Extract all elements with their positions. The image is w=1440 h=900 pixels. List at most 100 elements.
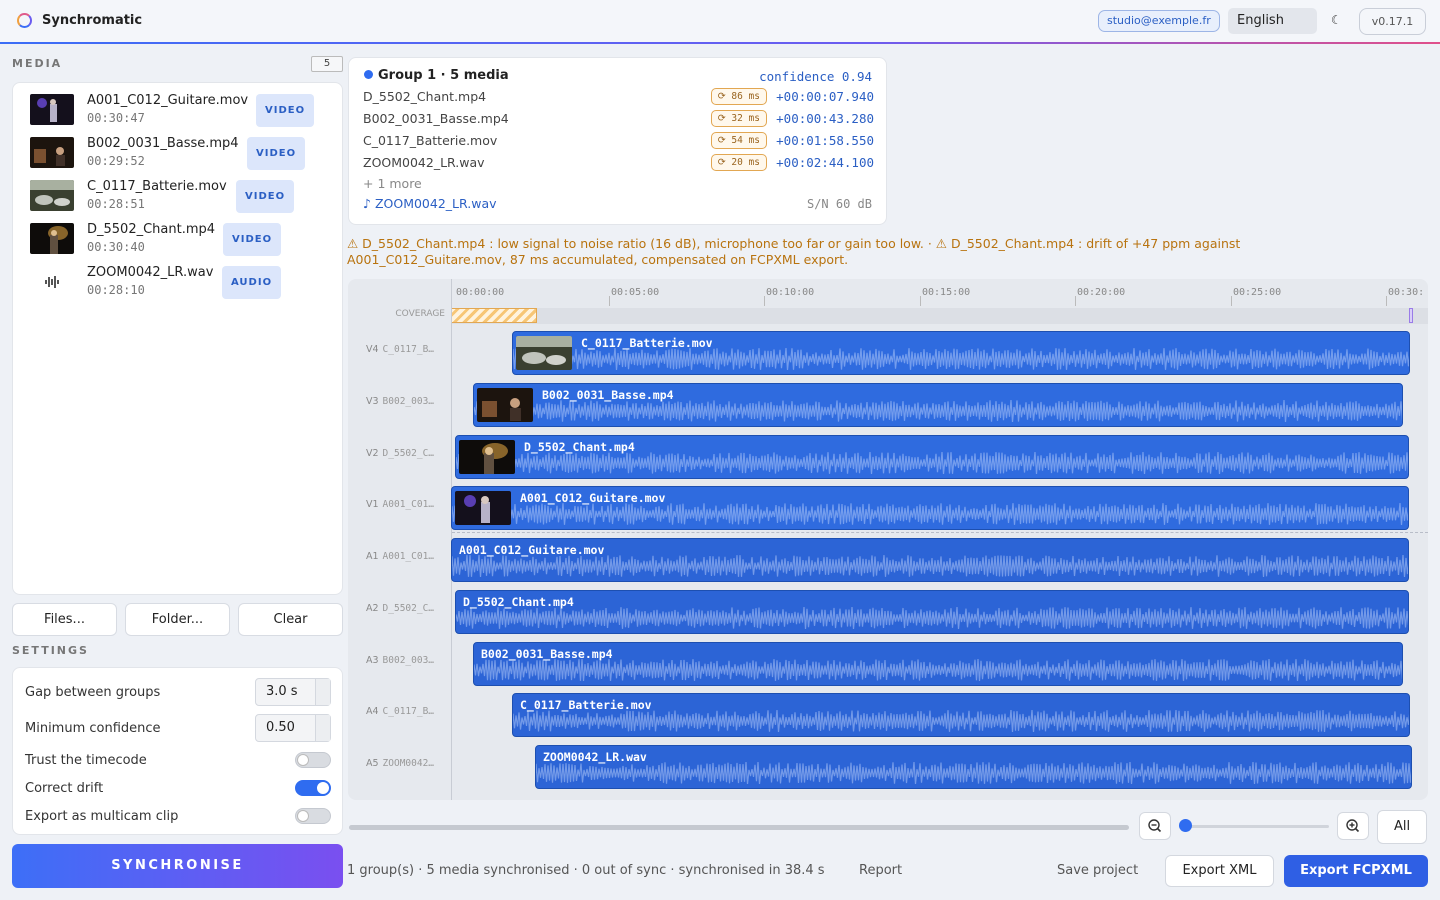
media-type-badge: VIDEO — [256, 94, 315, 127]
synchronise-button[interactable]: SYNCHRONISE — [12, 844, 343, 888]
report-link[interactable]: Report — [859, 863, 902, 878]
media-item[interactable]: C_0117_Batterie.mov 00:28:51 VIDEO — [30, 177, 330, 217]
zoom-slider[interactable] — [1183, 825, 1329, 828]
video-clip[interactable]: D_5502_Chant.mp4 — [455, 435, 1409, 479]
media-item[interactable]: ZOOM0042_LR.wav 00:28:10 AUDIO — [30, 263, 330, 303]
time-tick — [764, 296, 765, 306]
clip-name: A001_C012_Guitare.mov — [459, 543, 605, 557]
clip-name: B002_0031_Basse.mp4 — [481, 647, 613, 661]
track-file: D_5502_C… — [382, 448, 435, 459]
media-duration: 00:28:51 — [87, 197, 145, 211]
user-badge[interactable]: studio@exemple.fr — [1098, 10, 1220, 32]
clip-thumbnail — [459, 440, 515, 474]
confidence-label: Minimum confidence — [25, 721, 161, 736]
time-tick — [1075, 296, 1076, 306]
language-select[interactable]: English — [1228, 8, 1317, 34]
app-logo-icon — [17, 13, 32, 28]
group-row-offset: +00:02:44.100 — [776, 155, 874, 170]
video-clip[interactable]: C_0117_Batterie.mov — [512, 331, 1410, 375]
time-ruler[interactable]: 00:00:00 00:05:00 00:10:00 00:15:00 00:20:00… — [452, 279, 1428, 307]
clip-thumbnail — [516, 336, 572, 370]
coverage-bar — [451, 308, 1428, 324]
media-type-badge: VIDEO — [247, 137, 306, 170]
group-row-offset: +00:01:58.550 — [776, 133, 874, 148]
track-file: B002_003… — [382, 655, 435, 666]
track-id: A5 — [366, 758, 379, 769]
time-tick-label: 00:30: — [1388, 287, 1425, 298]
confidence-input[interactable]: 0.50 — [255, 714, 331, 742]
trust-timecode-toggle[interactable] — [295, 752, 331, 768]
video-thumbnail — [30, 223, 74, 254]
audio-clip[interactable]: B002_0031_Basse.mp4 — [473, 642, 1403, 686]
zoom-all-button[interactable]: All — [1377, 810, 1427, 844]
track-file: C_0117_B… — [382, 344, 435, 355]
track-id: A2 — [366, 603, 379, 614]
export-fcpxml-button[interactable]: Export FCPXML — [1284, 855, 1428, 887]
group-row-name: C_0117_Batterie.mov — [363, 133, 498, 148]
media-item[interactable]: D_5502_Chant.mp4 00:30:40 VIDEO — [30, 220, 330, 260]
track-id: A3 — [366, 655, 379, 666]
audio-clip[interactable]: C_0117_Batterie.mov — [512, 693, 1410, 737]
multicam-toggle[interactable] — [295, 808, 331, 824]
add-files-button[interactable]: Files... — [12, 603, 117, 636]
group-row-name: B002_0031_Basse.mp4 — [363, 111, 509, 126]
time-tick-label: 00:15:00 — [922, 287, 971, 298]
track-label: A3 B002_003… — [348, 655, 445, 666]
settings-panel: Gap between groups 3.0 s Minimum confide… — [12, 667, 343, 835]
waveform — [456, 451, 1408, 475]
track-label: A2 D_5502_C… — [348, 603, 445, 614]
status-text: 1 group(s) · 5 media synchronised · 0 ou… — [347, 863, 825, 878]
group-card: Group 1 · 5 media confidence 0.94 D_5502… — [348, 57, 887, 225]
time-tick — [609, 296, 610, 306]
audio-clip[interactable]: D_5502_Chant.mp4 — [455, 590, 1409, 634]
coverage-end-marker[interactable] — [1409, 308, 1413, 323]
reference-track[interactable]: ♪ ZOOM0042_LR.wav — [363, 196, 497, 211]
clip-name: C_0117_Batterie.mov — [581, 336, 713, 350]
add-folder-button[interactable]: Folder... — [125, 603, 230, 636]
track-id: V3 — [366, 396, 379, 407]
coverage-label: COVERAGE — [395, 309, 445, 319]
time-tick-label: 00:20:00 — [1077, 287, 1126, 298]
time-tick-label: 00:05:00 — [611, 287, 660, 298]
group-title: Group 1 · 5 media — [364, 68, 509, 83]
video-clip[interactable]: A001_C012_Guitare.mov — [451, 486, 1409, 530]
media-item[interactable]: A001_C012_Guitare.mov 00:30:47 VIDEO — [30, 91, 330, 131]
zoom-slider-handle[interactable] — [1179, 819, 1192, 832]
zoom-in-button[interactable] — [1337, 812, 1369, 840]
dark-mode-icon[interactable]: ☾ — [1331, 13, 1342, 27]
waveform — [474, 399, 1402, 423]
version-badge[interactable]: v0.17.1 — [1359, 8, 1426, 35]
waveform — [513, 347, 1409, 371]
gap-input[interactable]: 3.0 s — [255, 678, 331, 706]
clip-name: A001_C012_Guitare.mov — [520, 491, 666, 505]
group-more-link[interactable]: + 1 more — [363, 176, 422, 191]
zoom-in-icon — [1346, 819, 1360, 833]
group-status-dot — [364, 70, 373, 79]
group-row-offset: +00:00:07.940 — [776, 89, 874, 104]
track-id: V2 — [366, 448, 379, 459]
save-project-button[interactable]: Save project — [1057, 863, 1138, 878]
waveform — [452, 502, 1408, 526]
audio-clip[interactable]: ZOOM0042_LR.wav — [535, 745, 1412, 789]
video-clip[interactable]: B002_0031_Basse.mp4 — [473, 383, 1403, 427]
timeline[interactable]: 00:00:00 00:05:00 00:10:00 00:15:00 00:20:00… — [348, 279, 1428, 800]
group-row-offset: +00:00:43.280 — [776, 111, 874, 126]
time-tick — [1386, 296, 1387, 306]
time-tick-label: 00:25:00 — [1233, 287, 1282, 298]
correct-drift-toggle[interactable] — [295, 780, 331, 796]
top-bar: Synchromatic studio@exemple.fr English ☾… — [0, 0, 1440, 44]
zoom-out-button[interactable] — [1139, 812, 1171, 840]
horizontal-scrollbar[interactable] — [349, 825, 1129, 830]
audio-waveform-icon — [30, 266, 74, 297]
export-xml-button[interactable]: Export XML — [1165, 855, 1274, 887]
clear-button[interactable]: Clear — [238, 603, 343, 636]
media-duration: 00:30:47 — [87, 111, 145, 125]
clip-name: B002_0031_Basse.mp4 — [542, 388, 674, 402]
video-thumbnail — [30, 137, 74, 168]
media-type-badge: AUDIO — [222, 266, 282, 299]
clip-thumbnail — [455, 491, 511, 525]
media-item[interactable]: B002_0031_Basse.mp4 00:29:52 VIDEO — [30, 134, 330, 174]
media-duration: 00:29:52 — [87, 154, 145, 168]
audio-clip[interactable]: A001_C012_Guitare.mov — [451, 538, 1409, 582]
track-id: V1 — [366, 499, 379, 510]
